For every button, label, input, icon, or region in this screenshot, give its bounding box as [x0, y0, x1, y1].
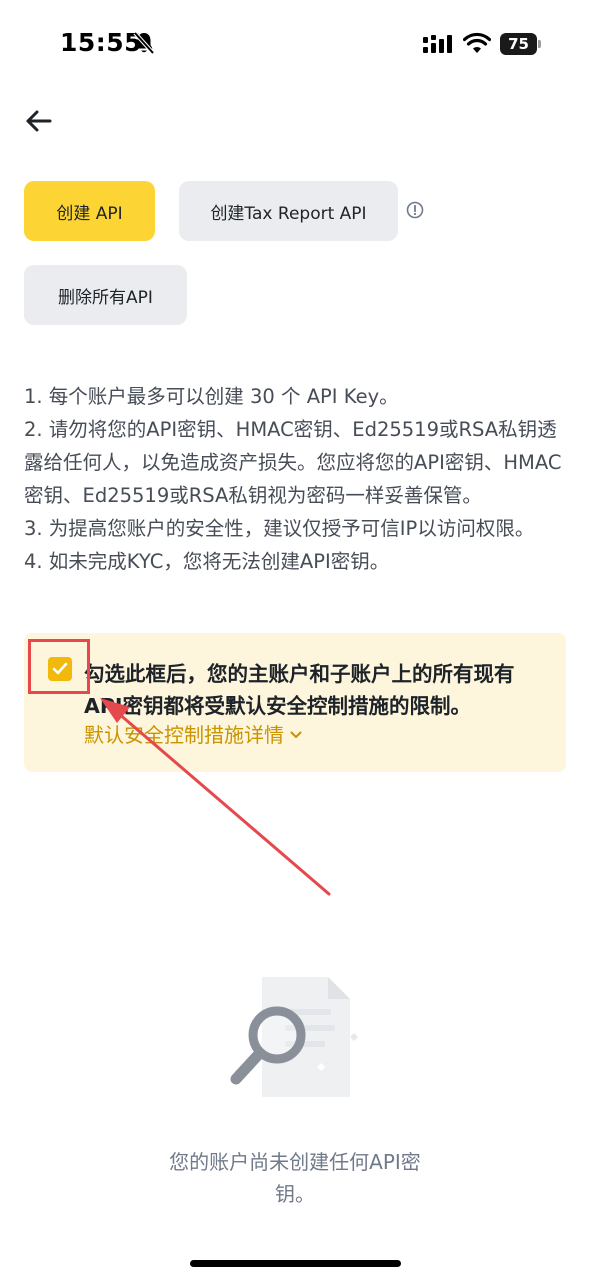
note-item: 1. 每个账户最多可以创建 30 个 API Key。: [24, 385, 399, 408]
back-arrow-icon[interactable]: [22, 104, 56, 138]
note-item: 3. 为提高您账户的安全性，建议仅授予可信IP以访问权限。: [24, 517, 535, 540]
create-api-button[interactable]: 创建 API: [24, 181, 155, 241]
note-item: 4. 如未完成KYC，您将无法创建API密钥。: [24, 550, 390, 573]
document-search-icon: [230, 977, 358, 1097]
battery-icon: 75: [500, 33, 542, 55]
note-item: 2. 请勿将您的API密钥、HMAC密钥、Ed25519或RSA私钥透露给任何人…: [24, 418, 562, 507]
security-details-label: 默认安全控制措施详情: [84, 723, 284, 747]
wifi-icon: [463, 32, 491, 53]
info-circle-icon[interactable]: [406, 201, 424, 219]
home-indicator[interactable]: [190, 1260, 401, 1267]
status-time: 15:55: [60, 28, 143, 57]
security-warning-text: 勾选此框后，您的主账户和子账户上的所有现有API密钥都将受默认安全控制措施的限制…: [84, 662, 515, 718]
signal-icon: [423, 35, 452, 53]
status-bar: 15:55 75: [0, 0, 590, 90]
empty-state-message: 您的账户尚未创建任何API密钥。: [169, 1150, 421, 1206]
api-notes: 1. 每个账户最多可以创建 30 个 API Key。 2. 请勿将您的API密…: [24, 380, 564, 578]
annotation-highlight-box: [28, 639, 90, 694]
create-tax-report-api-button[interactable]: 创建Tax Report API: [179, 181, 398, 241]
delete-all-api-button[interactable]: 删除所有API: [24, 265, 187, 325]
battery-level: 75: [500, 33, 537, 55]
bell-slash-icon: [133, 31, 155, 55]
chevron-down-icon: [290, 731, 302, 738]
security-details-link[interactable]: 默认安全控制措施详情: [84, 721, 302, 749]
